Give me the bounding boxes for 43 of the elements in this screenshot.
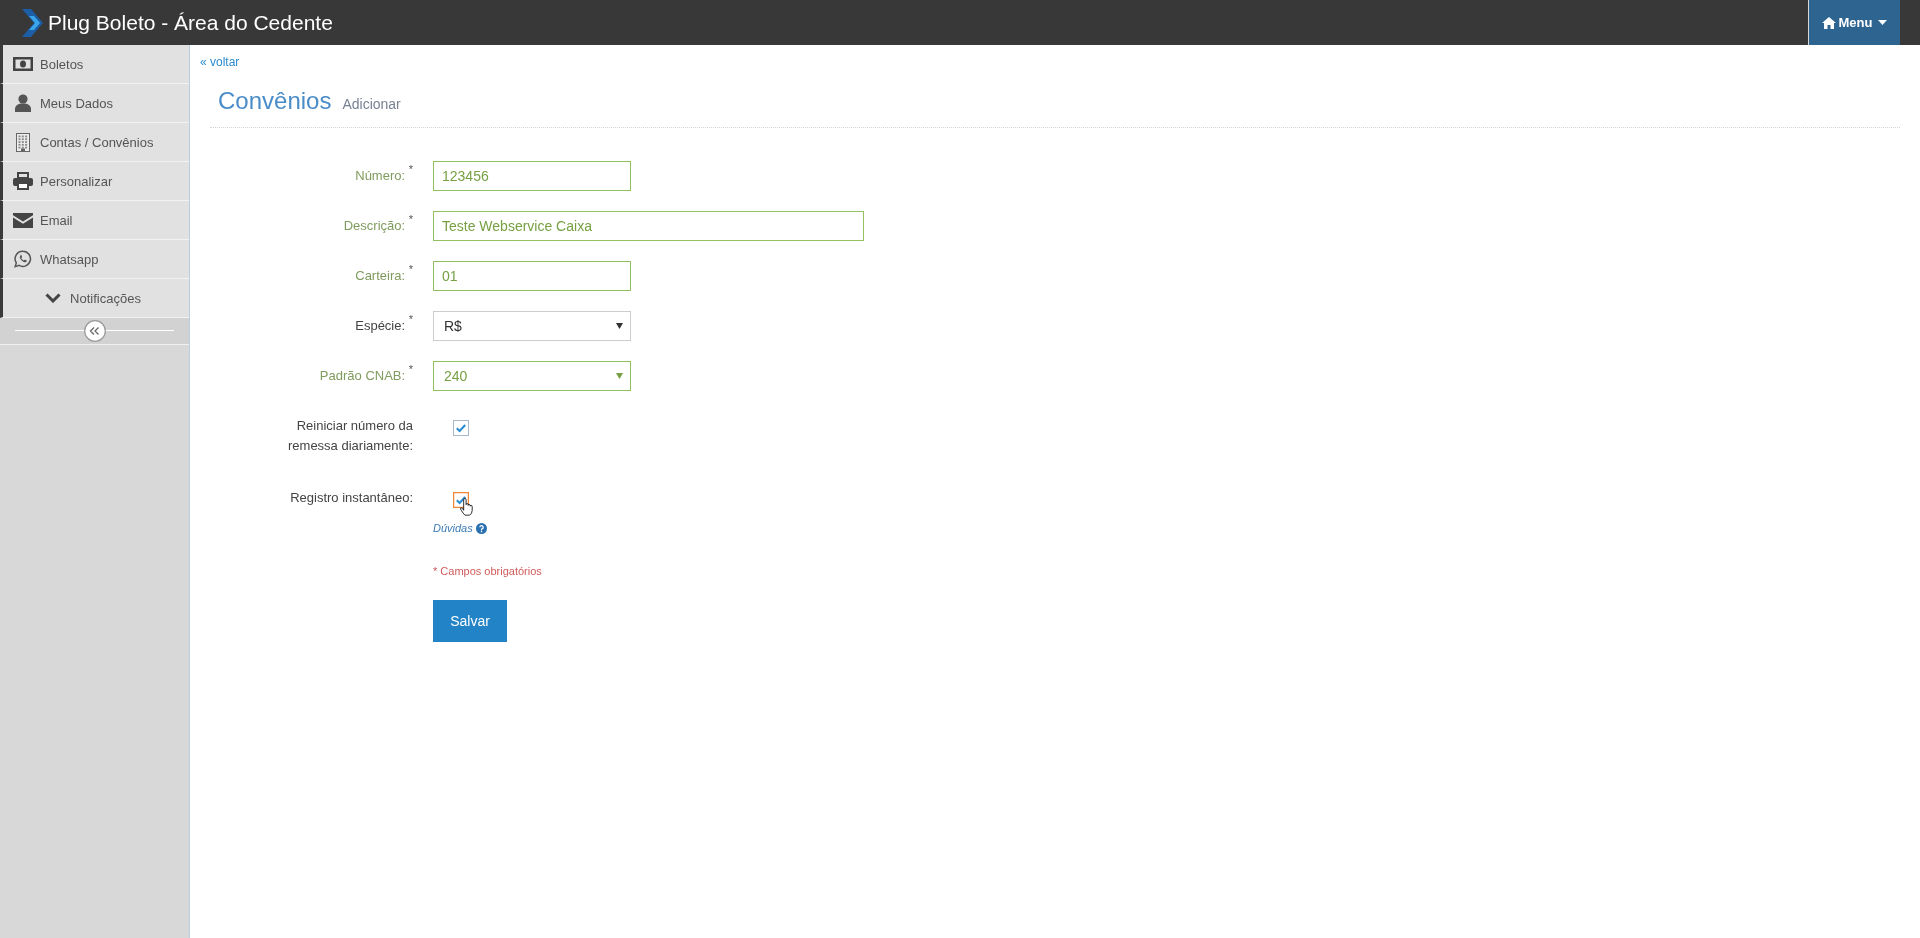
field-label: Reiniciar número da remessa diariamente:	[287, 417, 413, 455]
sidebar-item[interactable]: Email	[0, 201, 189, 240]
field-label: Espécie: $^{*}$	[354, 312, 413, 335]
field-label: Carteira: $^{*}$	[354, 262, 413, 285]
help-icon	[475, 522, 487, 534]
page-subtitle: Adicionar	[342, 96, 401, 112]
dropdown[interactable]: R$	[433, 311, 631, 341]
envelope-icon	[13, 212, 33, 228]
input-field[interactable]: 01	[433, 261, 631, 291]
chevron-down-icon	[45, 293, 62, 303]
hand-cursor-icon	[460, 498, 473, 516]
sidebar-item[interactable]: Notificações	[0, 279, 189, 318]
field-label: Registro instantâneo:	[289, 489, 413, 507]
sidebar-item[interactable]: Meus Dados	[0, 84, 189, 123]
page-title: Convênios	[218, 86, 332, 116]
back-link[interactable]: « voltar	[200, 54, 240, 70]
collapse-icon[interactable]	[83, 320, 106, 342]
user-icon	[15, 94, 31, 112]
app-title: Plug Boleto - Área do Cedente	[48, 10, 333, 35]
banknote-icon	[13, 57, 33, 71]
printer-icon	[13, 172, 33, 190]
menu-button[interactable]: Menu	[1808, 0, 1900, 45]
required-fields-note: * Campos obrigatórios	[433, 564, 542, 578]
save-button[interactable]: Salvar	[433, 600, 507, 642]
sidebar-item[interactable]: Whatsapp	[0, 240, 189, 279]
sidebar-item[interactable]: Contas / Convênios	[0, 123, 189, 162]
field-label: Padrão CNAB: $^{*}$	[318, 362, 413, 385]
checkbox[interactable]	[453, 420, 469, 436]
building-icon	[16, 132, 30, 152]
input-field[interactable]: 123456	[433, 161, 631, 191]
phone-bubble-icon	[14, 250, 32, 268]
home-icon	[1821, 16, 1836, 29]
logo-icon	[22, 8, 46, 37]
field-label: Número: $^{*}$	[354, 162, 413, 185]
caret-down-icon	[616, 323, 623, 329]
field-label: Descrição: $^{*}$	[342, 212, 413, 235]
input-field[interactable]: Teste Webservice Caixa	[433, 211, 864, 241]
caret-down-icon	[1878, 20, 1888, 25]
help-link[interactable]: Dúvidas	[433, 521, 487, 535]
dropdown[interactable]: 240	[433, 361, 631, 391]
sidebar-item[interactable]: Boletos	[0, 45, 189, 84]
sidebar-item[interactable]: Personalizar	[0, 162, 189, 201]
caret-down-icon	[616, 373, 623, 379]
